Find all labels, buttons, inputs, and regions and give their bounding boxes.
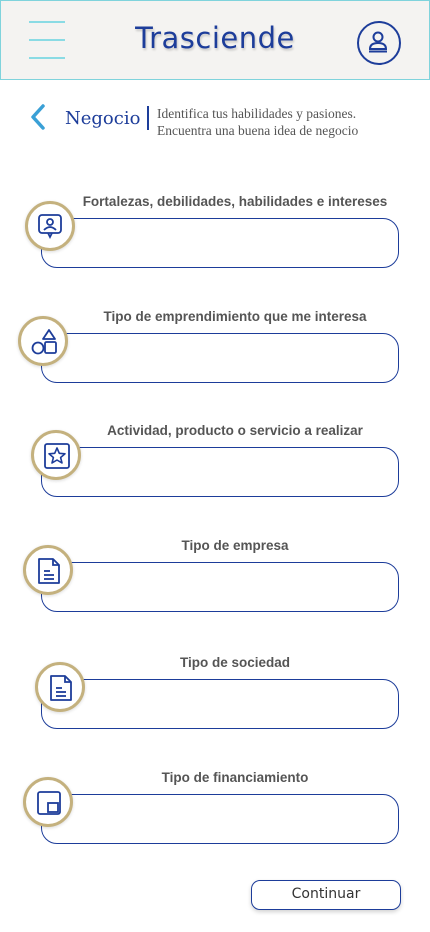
profile-card-icon (38, 214, 62, 239)
field-icon-circle (23, 777, 73, 827)
document-icon (50, 675, 72, 701)
star-badge-icon (44, 443, 70, 469)
field-label: Fortalezas, debilidades, habilidades e i… (82, 194, 388, 209)
field-label: Tipo de emprendimiento que me interesa (103, 309, 367, 324)
activity-input[interactable] (41, 447, 399, 497)
section-description: Identifica tus habilidades y pasiones. E… (157, 105, 417, 139)
company-type-input[interactable] (41, 562, 399, 612)
continue-button[interactable]: Continuar (251, 880, 401, 910)
financing-type-input[interactable] (41, 794, 399, 844)
field-icon-circle (23, 545, 73, 595)
picture-in-picture-icon (37, 791, 61, 815)
field-label: Tipo de sociedad (179, 655, 291, 670)
section-title: Negocio (65, 108, 141, 129)
field-label: Actividad, producto o servicio a realiza… (107, 423, 363, 438)
field-icon-circle (25, 201, 75, 251)
profile-button[interactable] (357, 21, 401, 65)
field-icon-circle (31, 430, 81, 480)
strengths-input[interactable] (41, 218, 399, 268)
field-label: Tipo de empresa (181, 538, 289, 553)
chevron-left-icon (31, 104, 45, 130)
shapes-icon (31, 329, 57, 355)
back-button[interactable] (28, 103, 50, 133)
field-icon-circle (18, 316, 68, 366)
document-icon (38, 558, 60, 584)
field-label: Tipo de financiamiento (161, 770, 309, 785)
title-divider (147, 106, 149, 130)
field-icon-circle (35, 662, 85, 712)
venture-type-input[interactable] (41, 333, 399, 383)
user-icon (368, 31, 388, 53)
description-line-1: Identifica tus habilidades y pasiones. (157, 106, 357, 121)
description-line-2: Encuentra una buena idea de negocio (157, 123, 359, 138)
society-type-input[interactable] (41, 679, 399, 729)
top-bar: Trasciende (0, 0, 430, 80)
